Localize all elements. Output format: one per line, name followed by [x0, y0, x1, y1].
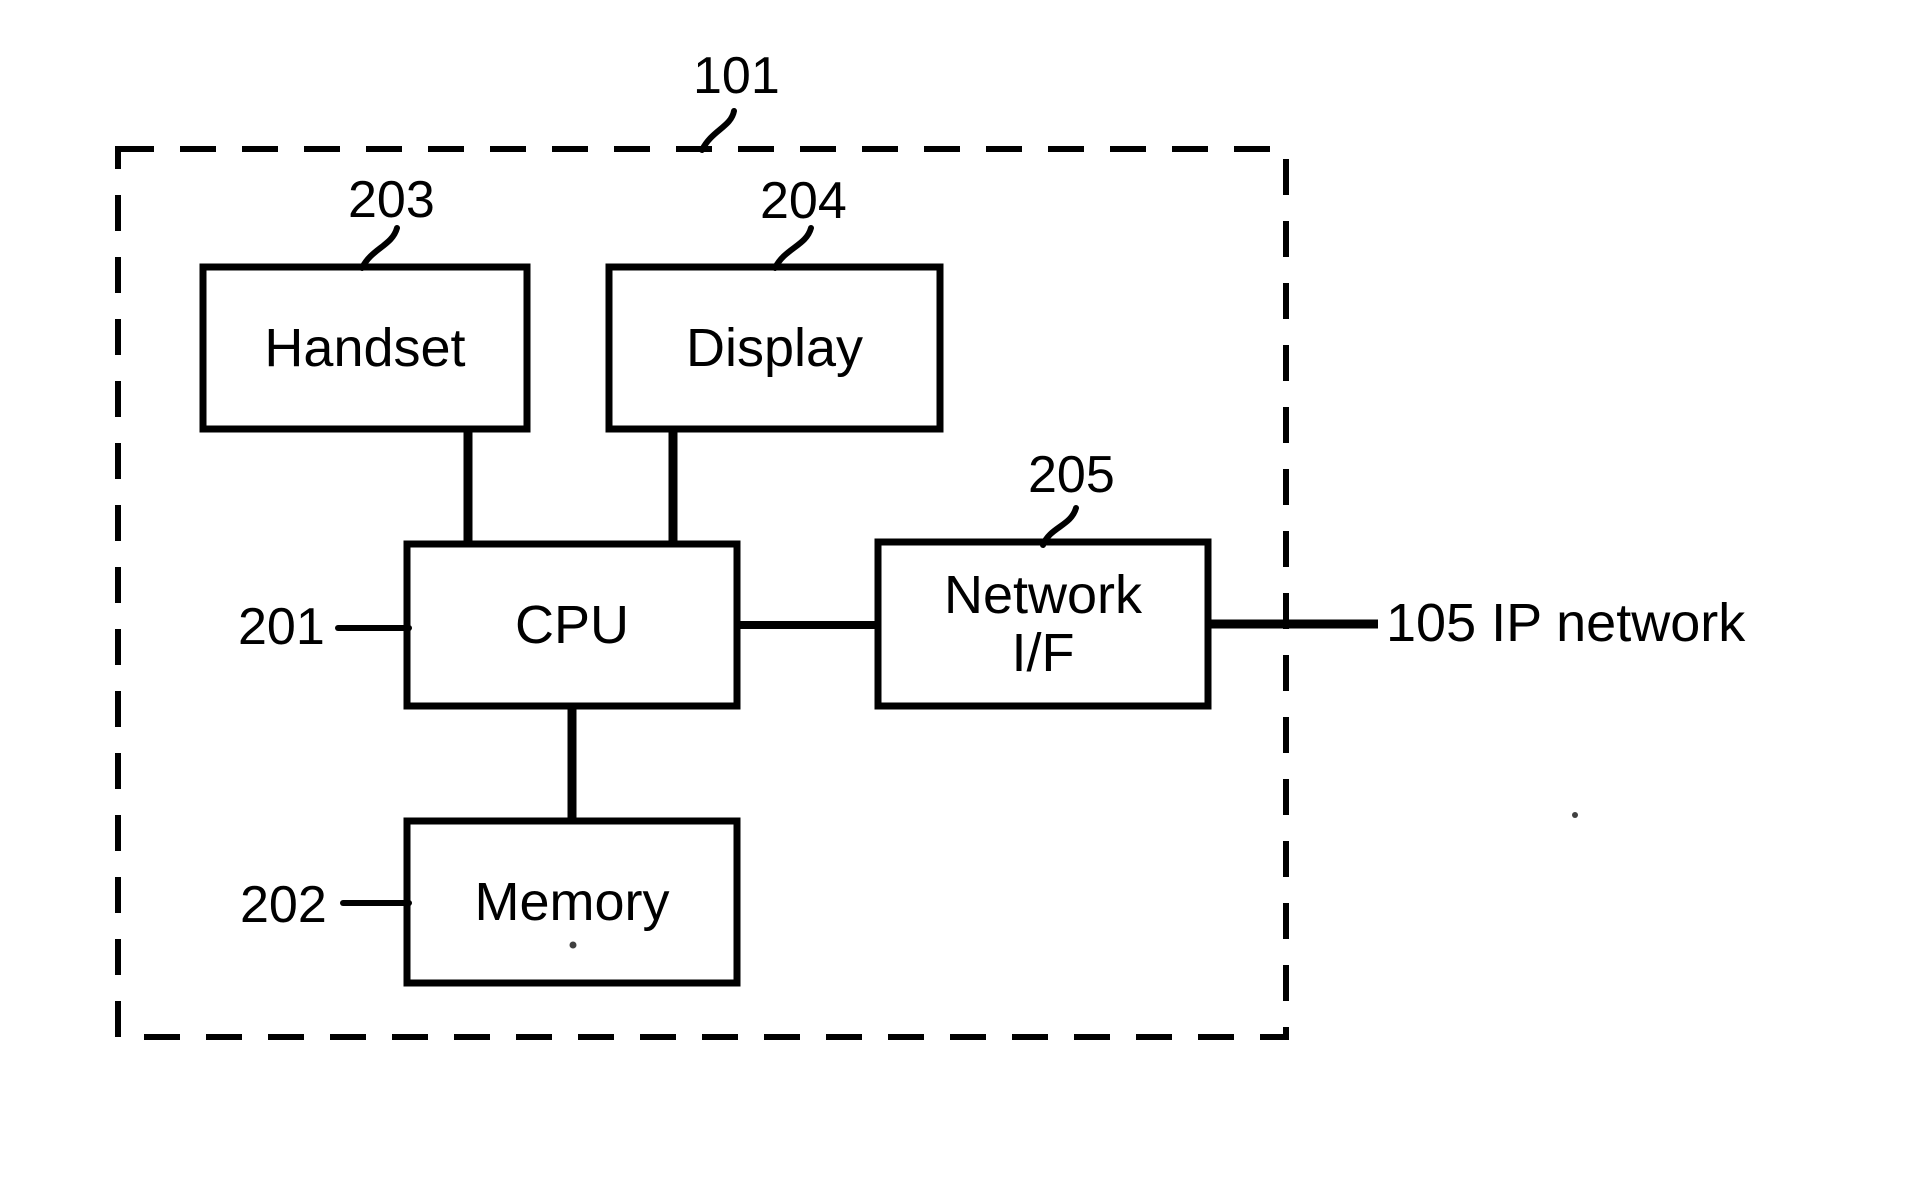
ref-number-201: 201 [238, 598, 325, 656]
ref-number-203: 203 [348, 171, 435, 229]
block-handset[interactable] [199, 263, 531, 433]
ref-number-202: 202 [240, 876, 327, 934]
scan-speck-a [1572, 812, 1578, 818]
label-ip-network: 105 IP network [1386, 593, 1746, 653]
block-network-if[interactable] [874, 538, 1212, 710]
ref-number-101: 101 [693, 47, 780, 105]
block-cpu[interactable] [403, 540, 741, 710]
diagram-canvas [115, 108, 1578, 1040]
block-memory[interactable] [403, 817, 741, 987]
scan-speck-b [569, 941, 577, 949]
patent-figure: 101 Handset Display CPU Memory Network I… [0, 0, 1927, 1184]
leader-line-101 [699, 108, 737, 153]
leader-line-204 [772, 225, 814, 271]
ref-number-205: 205 [1028, 446, 1115, 504]
block-display[interactable] [605, 263, 944, 433]
ref-number-204: 204 [760, 172, 847, 230]
leader-line-203 [359, 225, 400, 271]
